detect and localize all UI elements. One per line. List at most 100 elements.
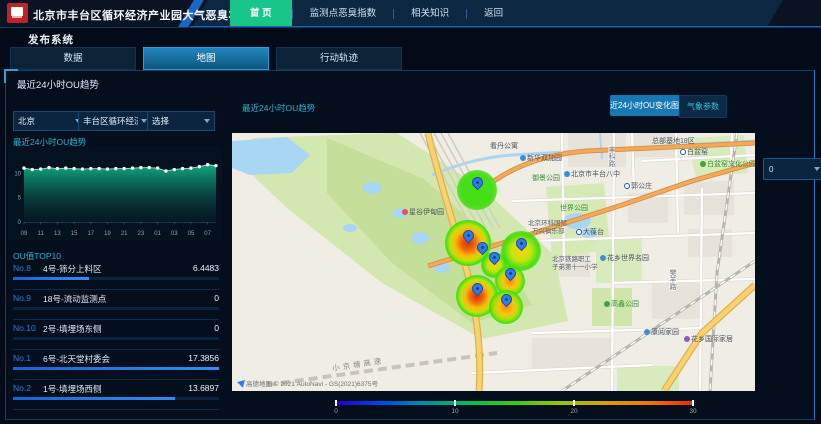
legend-tick-mark — [335, 400, 337, 406]
map-label: 北京铁路职工 — [552, 257, 591, 264]
ranking-line: No.21号-填埋场西侧13.6897 — [13, 380, 219, 395]
svg-text:01: 01 — [154, 231, 161, 237]
filter-select-2[interactable]: 丰台区循环经济产 — [78, 111, 152, 131]
poi-icon — [600, 255, 606, 261]
ranking-row[interactable]: No.21号-填埋场西侧13.6897 — [13, 380, 219, 410]
publish-tab-3[interactable]: 行动轨迹 — [276, 47, 402, 70]
ranking-value: 0 — [214, 293, 219, 305]
ranking-rank: No.8 — [13, 263, 43, 275]
legend-tick-label: 20 — [570, 408, 577, 415]
app-root: 北京市丰台区循环经济产业园大气恶臭状况实时 首 页监测点恶臭指数相关知识返回 发… — [0, 0, 821, 424]
amap-logo-icon — [236, 378, 245, 388]
map-label: 世界公园 — [560, 205, 588, 212]
nav-tab-1[interactable]: 首 页 — [230, 0, 292, 27]
legend-tick-label: 30 — [689, 408, 696, 415]
legend-tick-mark — [692, 400, 694, 406]
map-button-2[interactable]: 气象参数 — [679, 95, 727, 118]
map[interactable]: 星谷伊甸园看丹公寓新华双加园总部基地18区御景公园北京市丰台八中白盆窑白盆窑文化… — [232, 133, 755, 391]
ranking-rank: No.10 — [13, 323, 43, 335]
map-attribution-text: 高德地图 © 2021 AutoNavi - GS(2021)6375号 — [246, 378, 378, 388]
ranking-value: 0 — [214, 323, 219, 335]
map-label: 大葆台 — [576, 229, 604, 236]
map-side-select[interactable]: 0 — [763, 158, 821, 180]
main-nav: 首 页监测点恶臭指数相关知识返回 — [230, 0, 520, 27]
svg-text:15: 15 — [71, 231, 78, 237]
ranking-station-name: 4号-筛分上料区 — [43, 263, 193, 275]
ranking-line: No.16号-北天堂村委会17.3856 — [13, 350, 219, 365]
ranking-bar-track — [13, 397, 219, 400]
map-label: 总部基地18区 — [652, 138, 695, 145]
ranking-rank: No.1 — [13, 353, 43, 365]
publish-system-label: 发布系统 — [28, 32, 74, 47]
filter-select-1[interactable]: 北京 — [13, 111, 86, 131]
map-label: 花乡世界名园 — [600, 255, 649, 262]
map-section-title: 最近24小时OU趋势 — [242, 102, 315, 114]
ranking-rank: No.2 — [13, 383, 43, 395]
svg-text:0: 0 — [18, 220, 22, 226]
map-button-1[interactable]: 近24小时OU变化图 — [610, 95, 679, 116]
nav-tab-2[interactable]: 监测点恶臭指数 — [293, 0, 394, 27]
ou-ranking-list: No.84号-筛分上料区6.4483No.918号-流动监测点0No.102号-… — [13, 260, 219, 410]
heatmap-legend-bar — [336, 401, 693, 405]
svg-text:13: 13 — [54, 231, 61, 237]
trend-chart: 0510091113151719212301030507 — [8, 146, 222, 240]
poi-icon — [644, 329, 650, 335]
header-underline — [190, 26, 821, 27]
map-label: 北京市丰台八中 — [564, 171, 620, 178]
metro-station-icon — [680, 149, 686, 155]
app-logo-icon — [7, 3, 28, 23]
map-label: 看丹公寓 — [490, 143, 518, 150]
filter-select-value: 选择 — [152, 115, 201, 127]
ranking-station-name: 6号-北天堂村委会 — [43, 353, 188, 365]
map-side-select-value: 0 — [769, 165, 811, 174]
ranking-bar-track — [13, 307, 219, 310]
ranking-row[interactable]: No.84号-筛分上料区6.4483 — [13, 260, 219, 290]
header: 北京市丰台区循环经济产业园大气恶臭状况实时 首 页监测点恶臭指数相关知识返回 — [0, 0, 821, 28]
ranking-value: 17.3856 — [188, 353, 219, 365]
map-label: 白盆窑文化公园 — [700, 161, 755, 168]
poi-icon — [402, 209, 408, 215]
legend-tick-label: 0 — [334, 408, 338, 415]
ranking-row[interactable]: No.102号-填埋场东侧0 — [13, 320, 219, 350]
svg-text:21: 21 — [121, 231, 128, 237]
svg-text:11: 11 — [38, 231, 45, 237]
filter-select-value: 丰台区循环经济产 — [83, 115, 138, 127]
ranking-station-name: 1号-填埋场西侧 — [43, 383, 188, 395]
svg-text:03: 03 — [171, 231, 178, 237]
panel-title: 最近24小时OU趋势 — [17, 77, 99, 91]
map-attribution: 高德地图 © 2021 AutoNavi - GS(2021)6375号 — [237, 378, 378, 388]
filter-select-3[interactable]: 选择 — [147, 111, 215, 131]
legend-tick-mark — [454, 400, 456, 406]
ranking-bar-track — [13, 367, 219, 370]
svg-text:07: 07 — [204, 231, 211, 237]
publish-tab-2[interactable]: 地图 — [143, 47, 269, 70]
legend-tick-mark — [573, 400, 575, 406]
ranking-station-name: 18号-流动监测点 — [43, 293, 214, 305]
nav-tab-3[interactable]: 相关知识 — [394, 0, 466, 27]
svg-text:05: 05 — [188, 231, 195, 237]
ranking-row[interactable]: No.918号-流动监测点0 — [13, 290, 219, 320]
metro-station-icon — [624, 183, 630, 189]
legend-tick-label: 10 — [451, 408, 458, 415]
svg-text:23: 23 — [138, 231, 145, 237]
map-label: 郭公庄 — [624, 183, 652, 190]
ranking-bar-track — [13, 277, 219, 280]
map-label: 白盆窑 — [680, 149, 708, 156]
map-label: 子弟第十一小学 — [552, 265, 598, 272]
nav-tab-4[interactable]: 返回 — [467, 0, 520, 27]
ranking-line: No.918号-流动监测点0 — [13, 290, 219, 305]
poi-icon — [684, 336, 690, 342]
map-label: 花乡国际家居 — [684, 336, 733, 343]
ranking-row[interactable]: No.16号-北天堂村委会17.3856 — [13, 350, 219, 380]
ranking-station-name: 2号-填埋场东侧 — [43, 323, 214, 335]
map-label: 新华双加园 — [520, 155, 562, 162]
publish-tab-1[interactable]: 数据 — [10, 47, 136, 70]
map-label: 御景公园 — [532, 175, 560, 182]
panel-corner-accent — [4, 69, 18, 83]
map-label: 高鑫公园 — [604, 301, 639, 308]
metro-station-icon — [576, 229, 582, 235]
ranking-line: No.102号-填埋场东侧0 — [13, 320, 219, 335]
svg-text:09: 09 — [21, 231, 28, 237]
chevron-down-icon — [814, 167, 820, 171]
poi-icon — [564, 171, 570, 177]
